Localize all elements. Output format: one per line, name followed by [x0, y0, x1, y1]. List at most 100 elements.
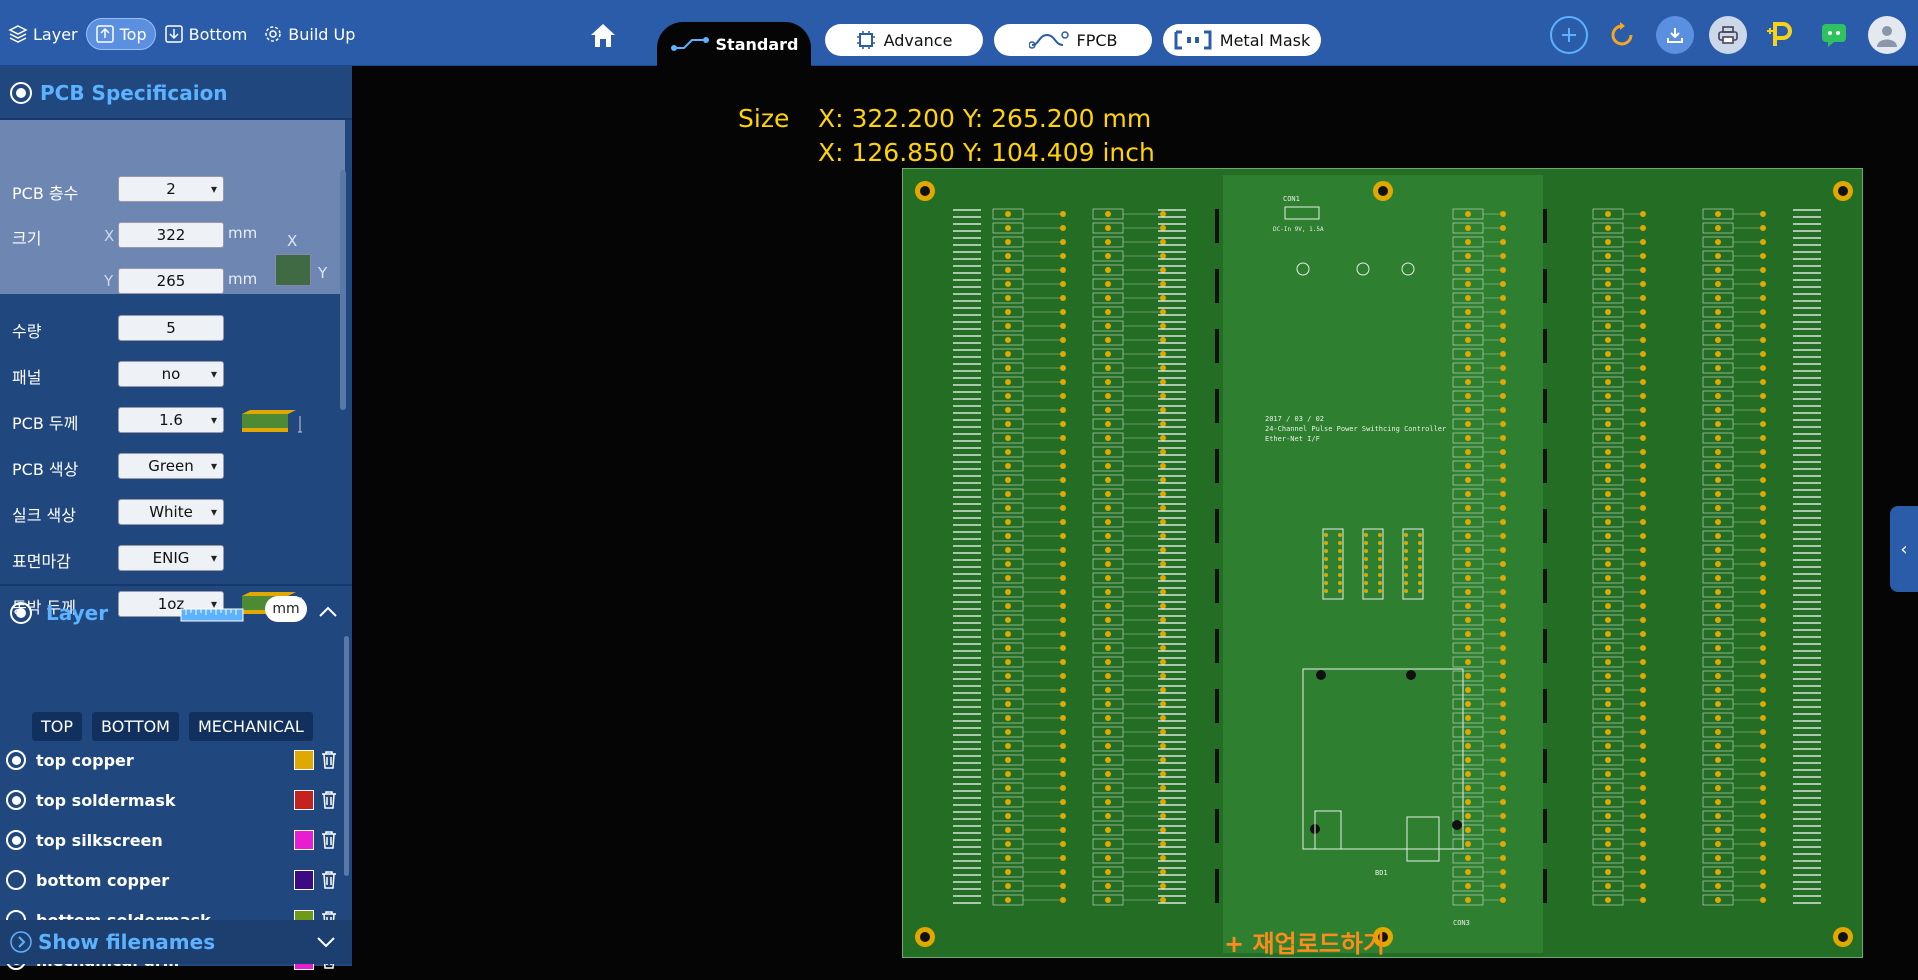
silk-label: [1793, 349, 1821, 351]
relay: [1215, 269, 1219, 303]
silk-label: [953, 867, 981, 869]
chat-button[interactable]: [1815, 16, 1853, 54]
layer-toggle-radio[interactable]: [6, 870, 26, 890]
home-icon[interactable]: [588, 20, 618, 50]
layer-scrollbar[interactable]: [344, 636, 349, 876]
layer-color-swatch[interactable]: [294, 830, 314, 850]
tab-advance[interactable]: Advance: [825, 24, 983, 56]
trash-icon[interactable]: [320, 750, 338, 770]
pad: [1465, 575, 1471, 581]
user-avatar-button[interactable]: [1868, 16, 1906, 54]
qty-input[interactable]: 5: [118, 315, 224, 341]
layer-radio[interactable]: [10, 602, 32, 624]
layer-toggle-radio[interactable]: [6, 830, 26, 850]
layer-view-button[interactable]: Layer: [0, 18, 86, 50]
finish-select[interactable]: ENIG: [118, 545, 224, 571]
silk-label: [953, 839, 981, 841]
pad: [1760, 519, 1766, 525]
layer-toggle-radio[interactable]: [6, 790, 26, 810]
pad: [1005, 603, 1011, 609]
pad: [1500, 393, 1506, 399]
pad: [1500, 351, 1506, 357]
silk-color-select[interactable]: White: [118, 499, 224, 525]
pad: [1605, 785, 1611, 791]
pad: [1060, 645, 1066, 651]
pad: [1640, 659, 1646, 665]
panel-select[interactable]: no: [118, 361, 224, 387]
silk-label: [1158, 874, 1186, 876]
silk-label: [1793, 748, 1821, 750]
pcb-spec-header[interactable]: PCB Specificaion: [0, 66, 352, 120]
layer-row[interactable]: top soldermask: [6, 780, 342, 820]
points-button[interactable]: [1762, 16, 1800, 54]
download-button[interactable]: [1656, 16, 1694, 54]
board-artwork: CON1 DC-In 9V, 1.5A 2017 / 03 / 02 24-Chann…: [915, 175, 1853, 953]
silk-date: 2017 / 03 / 02: [1265, 415, 1324, 423]
filter-top-button[interactable]: TOP: [32, 712, 83, 741]
layer-color-swatch[interactable]: [294, 870, 314, 890]
bottom-view-button[interactable]: Bottom: [156, 18, 256, 50]
thickness-select[interactable]: 1.6: [118, 407, 224, 433]
tab-metal-mask[interactable]: Metal Mask: [1163, 24, 1321, 56]
show-filenames-toggle[interactable]: Show filenames: [0, 920, 352, 964]
tab-standard[interactable]: Standard: [657, 22, 811, 66]
pad: [1715, 505, 1721, 511]
tab-fpcb[interactable]: FPCB: [994, 24, 1152, 56]
pad: [1465, 519, 1471, 525]
ic-pin: [1378, 565, 1382, 569]
layer-color-swatch[interactable]: [294, 750, 314, 770]
pad: [1005, 841, 1011, 847]
buildup-view-button[interactable]: Build Up: [255, 18, 363, 50]
layer-name: bottom copper: [36, 870, 170, 890]
silk-label: [1158, 279, 1186, 281]
pad: [1105, 323, 1111, 329]
pcb-board[interactable]: CON1 DC-In 9V, 1.5A 2017 / 03 / 02 24-Chann…: [902, 168, 1863, 958]
trash-icon[interactable]: [320, 790, 338, 810]
ic-pin: [1378, 533, 1382, 537]
trash-icon[interactable]: [320, 870, 338, 890]
top-view-button[interactable]: Top: [85, 18, 156, 50]
silk-label: [953, 615, 981, 617]
layer-row[interactable]: bottom copper: [6, 860, 342, 900]
layers-select[interactable]: 2: [118, 176, 224, 202]
pad: [1640, 715, 1646, 721]
pad: [1500, 337, 1506, 343]
print-button[interactable]: [1709, 16, 1747, 54]
add-button[interactable]: [1550, 16, 1588, 54]
pad: [1060, 561, 1066, 567]
pcb-color-select[interactable]: Green: [118, 453, 224, 479]
pad: [1060, 505, 1066, 511]
chevron-up-icon[interactable]: [318, 604, 338, 618]
silk-label: [1158, 377, 1186, 379]
layer-row[interactable]: top copper: [6, 740, 342, 780]
silk-label: [1793, 783, 1821, 785]
layer-color-swatch[interactable]: [294, 790, 314, 810]
silk-label: [953, 734, 981, 736]
ruler-icon[interactable]: [180, 608, 244, 622]
silk-label: [1158, 370, 1186, 372]
pcb-viewer[interactable]: Size X: 322.200 Y: 265.200 mm X: 126.850…: [352, 66, 1918, 966]
layer-header[interactable]: Layer mm: [0, 582, 352, 644]
size-x-input[interactable]: 322: [118, 222, 224, 248]
trash-icon[interactable]: [320, 830, 338, 850]
silk-label: [953, 853, 981, 855]
pad: [1060, 449, 1066, 455]
pcb-spec-radio[interactable]: [10, 82, 32, 104]
pad: [1605, 561, 1611, 567]
pad: [1605, 827, 1611, 833]
spec-scrollbar[interactable]: [340, 170, 346, 410]
size-y-input[interactable]: 265: [118, 268, 224, 294]
filter-bottom-button[interactable]: BOTTOM: [92, 712, 179, 741]
refresh-button[interactable]: [1603, 16, 1641, 54]
silk-label: [1158, 748, 1186, 750]
silk-label: [953, 279, 981, 281]
layer-toggle-radio[interactable]: [6, 750, 26, 770]
reupload-button[interactable]: + 재업로드하기: [1224, 924, 1385, 959]
unit-toggle[interactable]: mm: [265, 596, 307, 622]
silk-label: [1793, 440, 1821, 442]
filter-mechanical-button[interactable]: MECHANICAL: [188, 712, 313, 741]
collapse-panel-button[interactable]: ‹: [1890, 506, 1918, 592]
layer-row[interactable]: top silkscreen: [6, 820, 342, 860]
pad: [1715, 561, 1721, 567]
silk-description-2: Ether-Net I/F: [1265, 435, 1320, 443]
